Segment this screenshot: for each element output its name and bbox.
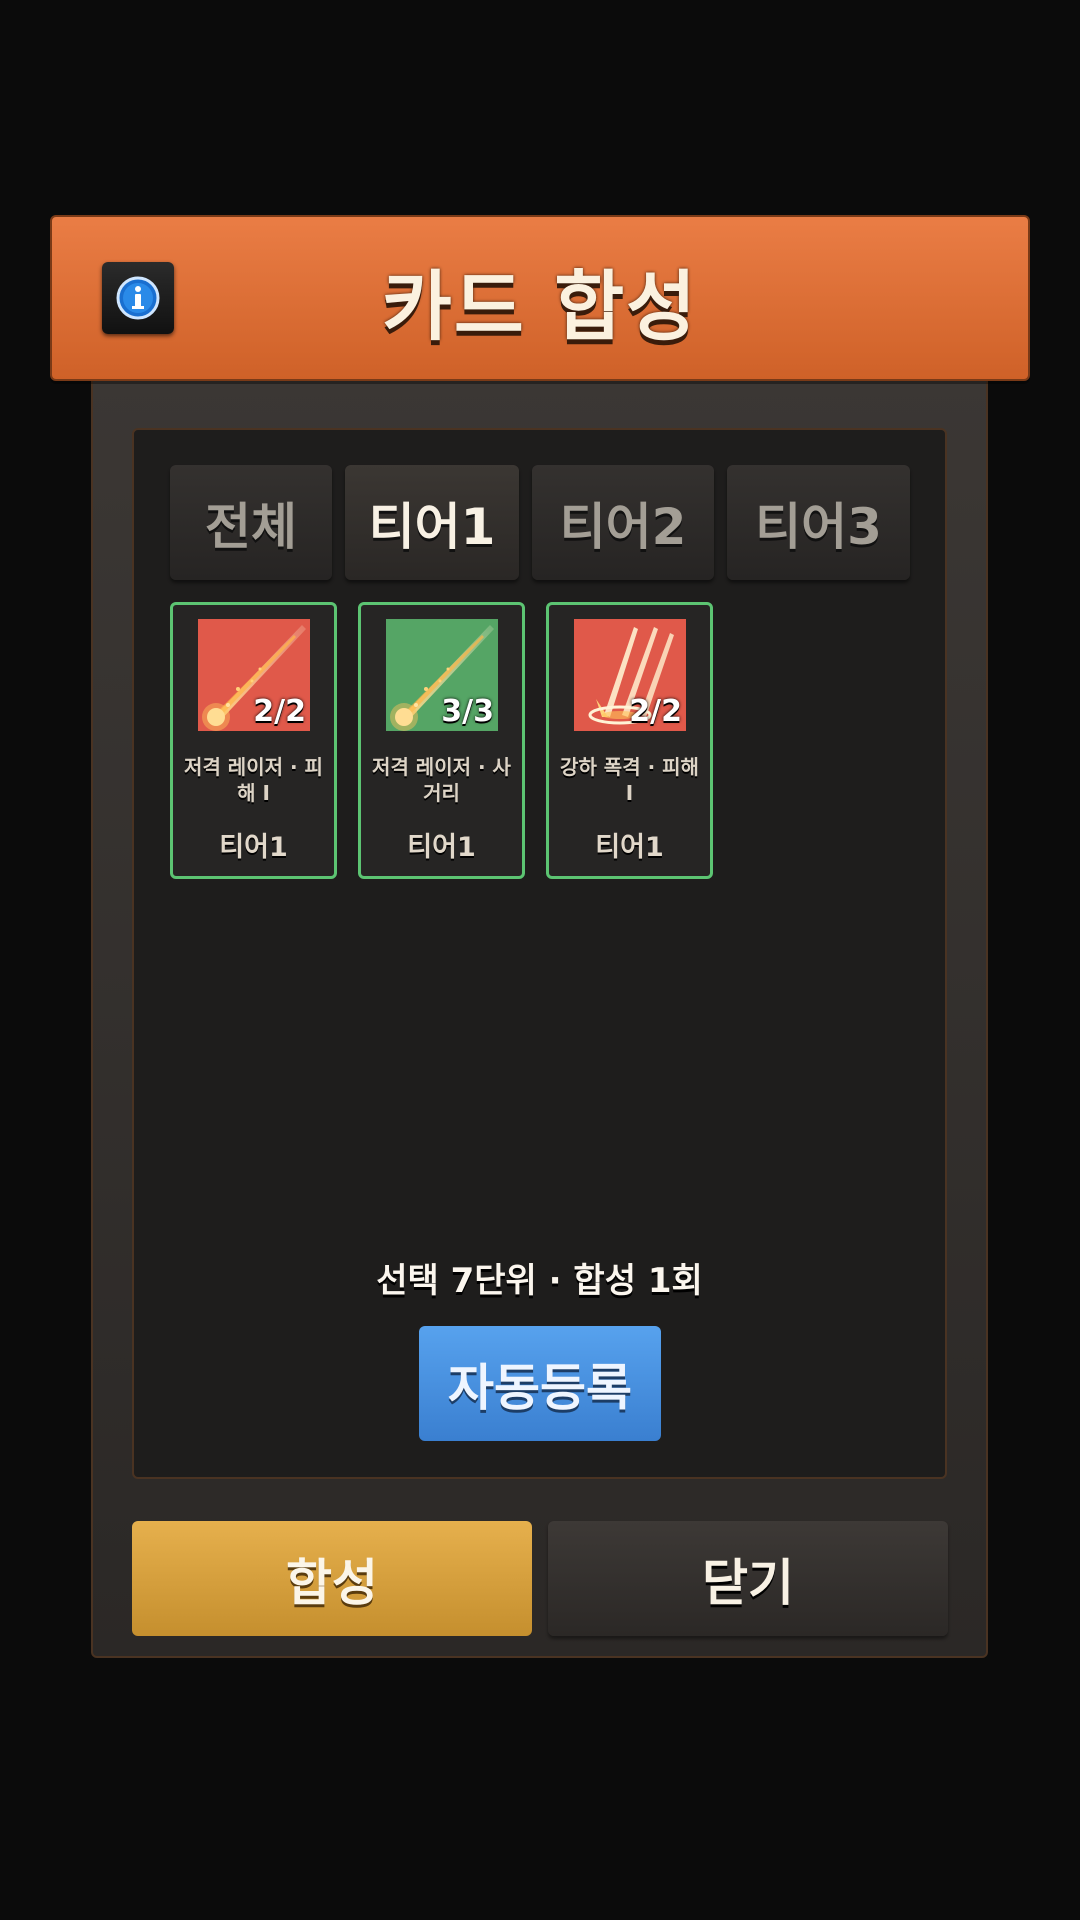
card-item[interactable]: 2/2 강하 폭격 · 피해 I 티어1	[546, 602, 713, 879]
card-tier: 티어1	[595, 832, 664, 863]
card-tier: 티어1	[407, 832, 476, 863]
close-button[interactable]: 닫기	[548, 1521, 948, 1636]
card-art: 2/2	[574, 619, 686, 731]
auto-register-button[interactable]: 자동등록	[419, 1326, 661, 1441]
synthesize-button[interactable]: 합성	[132, 1521, 532, 1636]
content-frame	[132, 428, 947, 1479]
tab-tier3[interactable]: 티어3	[727, 465, 910, 580]
tab-all[interactable]: 전체	[170, 465, 332, 580]
selection-summary: 선택 7단위 · 합성 1회	[376, 1261, 703, 1301]
card-item[interactable]: 3/3 저격 레이저 · 사거리 티어1	[358, 602, 525, 879]
card-art: 3/3	[386, 619, 498, 731]
card-art: 2/2	[198, 619, 310, 731]
page-title: 카드 합성	[381, 262, 699, 351]
card-item[interactable]: 2/2 저격 레이저 · 피해 I 티어1	[170, 602, 337, 879]
card-name: 저격 레이저 · 피해 I	[184, 755, 323, 805]
card-count: 2/2	[629, 694, 682, 729]
card-name: 저격 레이저 · 사거리	[372, 755, 511, 805]
card-count: 2/2	[253, 694, 306, 729]
tab-tier1[interactable]: 티어1	[345, 465, 519, 580]
dialog-header: 카드 합성	[50, 215, 1030, 381]
card-tier: 티어1	[219, 832, 288, 863]
card-name: 강하 폭격 · 피해 I	[560, 755, 699, 805]
card-count: 3/3	[441, 694, 494, 729]
tab-tier2[interactable]: 티어2	[532, 465, 714, 580]
card-synthesis-screen: 카드 합성 전체 티어1 티어2 티어3 2/2 저격 레이저 · 피해 I 티…	[0, 0, 1080, 1920]
